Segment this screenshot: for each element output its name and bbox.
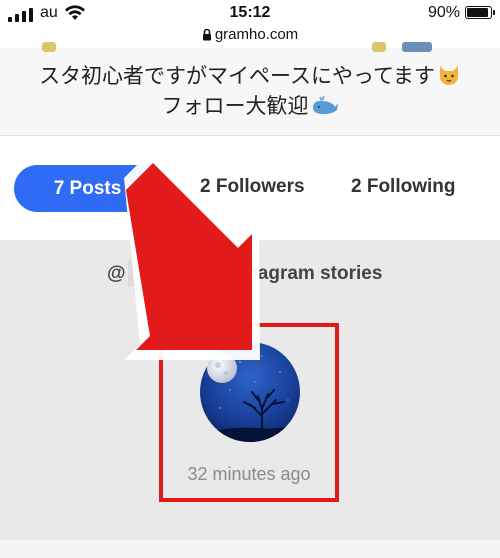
tab-following[interactable]: 2 Following — [351, 176, 456, 198]
cropped-emoji-row — [42, 42, 442, 52]
whale-emoji — [312, 95, 338, 115]
bio-line-2: フォロー大歓迎 — [0, 90, 500, 120]
stories-username-prefix: @ — [107, 263, 126, 284]
story-timestamp: 32 minutes ago — [187, 464, 311, 484]
clock: 15:12 — [229, 4, 271, 21]
divider — [214, 258, 216, 288]
battery-fill — [467, 8, 488, 17]
battery-percent: 90% — [427, 4, 460, 21]
cat-face-emoji — [439, 66, 458, 85]
lock-icon — [202, 28, 211, 41]
battery-icon — [465, 6, 495, 19]
address-bar[interactable]: gramho.com — [0, 26, 500, 43]
username-redaction — [128, 260, 214, 286]
tab-posts[interactable]: 7 Posts — [14, 165, 161, 212]
screen: au 15:12 gramho.com 90% スタ初心者ですがマイペースにやっ… — [0, 0, 500, 558]
profile-bio: スタ初心者ですがマイペースにやってます フォロー大歓迎 — [0, 42, 500, 136]
bio-line-1: スタ初心者ですがマイペースにやってます — [0, 60, 500, 90]
next-section-edge — [0, 540, 500, 558]
stories-title: Instagram stories — [224, 263, 383, 284]
tab-followers[interactable]: 2 Followers — [200, 176, 305, 198]
story-thumbnail[interactable] — [200, 342, 300, 442]
url-text: gramho.com — [214, 26, 299, 43]
